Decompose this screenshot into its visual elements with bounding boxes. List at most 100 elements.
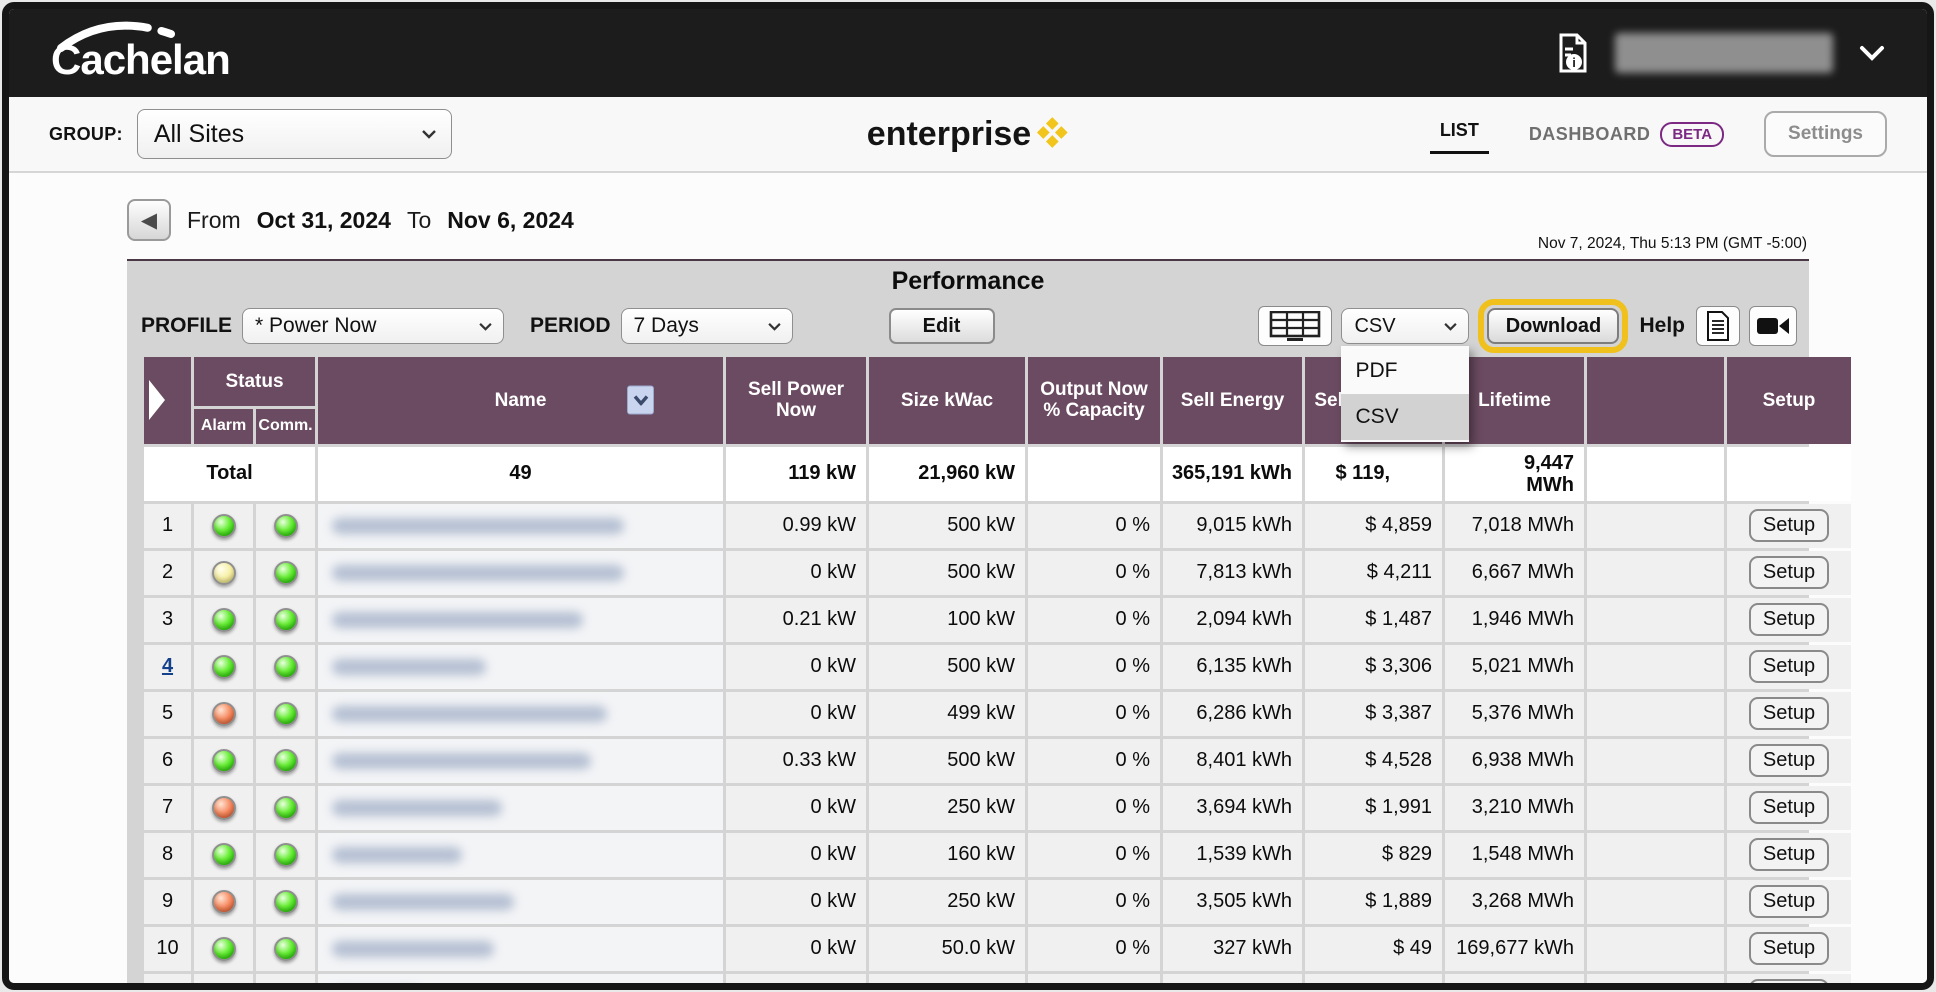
total-output-cell: [1028, 447, 1160, 501]
account-name-redacted[interactable]: [1615, 33, 1833, 73]
comm-led: [274, 749, 298, 773]
sell-energy-cell: 2,094 kWh: [1163, 598, 1302, 642]
chevron-down-icon: [421, 129, 437, 139]
status-header: Status: [194, 357, 315, 406]
comm-status-cell: [256, 551, 315, 595]
setup-button[interactable]: Setup: [1749, 650, 1829, 683]
account-chevron-down-icon[interactable]: [1859, 45, 1885, 61]
report-info-icon[interactable]: i: [1557, 33, 1589, 73]
size-cell: 50.0 kW: [869, 927, 1025, 971]
comm-status-cell: [256, 645, 315, 689]
table-row: 2 0 kW 500 kW 0 % 7,813 kWh $ 4,211 6,66…: [144, 551, 1851, 595]
setup-cell: Setup: [1727, 692, 1851, 736]
sell-revenue-cell: $ 4,528: [1305, 739, 1442, 783]
group-select[interactable]: All Sites: [137, 109, 452, 159]
download-button[interactable]: Download: [1487, 308, 1619, 344]
to-date[interactable]: Nov 6, 2024: [447, 207, 574, 234]
setup-button[interactable]: Setup: [1749, 744, 1829, 777]
site-name-cell[interactable]: [318, 786, 723, 830]
total-blank-cell: [1587, 447, 1724, 501]
setup-button[interactable]: Setup: [1749, 509, 1829, 542]
sell-power-cell: 0.33 kW: [726, 739, 866, 783]
alarm-status-cell: [194, 504, 253, 548]
edit-button[interactable]: Edit: [889, 308, 995, 344]
site-name-cell[interactable]: [318, 692, 723, 736]
period-select[interactable]: 7 Days: [621, 308, 793, 344]
site-name-cell[interactable]: [318, 833, 723, 877]
from-label: From: [187, 207, 241, 234]
sell-energy-cell: 8,401 kWh: [1163, 739, 1302, 783]
site-name-cell[interactable]: [318, 739, 723, 783]
alarm-status-cell: [194, 974, 253, 990]
size-cell: 500 kW: [869, 645, 1025, 689]
site-name-cell[interactable]: [318, 645, 723, 689]
chevron-down-icon: [1443, 322, 1458, 331]
setup-button[interactable]: Setup: [1749, 791, 1829, 824]
profile-select-value: * Power Now: [255, 314, 376, 338]
comm-led: [274, 843, 298, 867]
site-name-cell[interactable]: [318, 880, 723, 924]
setup-button[interactable]: Setup: [1749, 838, 1829, 871]
sell-revenue-cell: $ 4,211: [1305, 551, 1442, 595]
from-date[interactable]: Oct 31, 2024: [257, 207, 391, 234]
row-number: 7: [162, 796, 173, 818]
site-name-redacted: [332, 800, 502, 816]
download-format-select[interactable]: CSV: [1341, 308, 1469, 344]
format-option-pdf[interactable]: PDF: [1341, 348, 1469, 394]
lifetime-cell: 5,021 MWh: [1445, 645, 1584, 689]
table-row: 3 0.21 kW 100 kW 0 % 2,094 kWh $ 1,487 1…: [144, 598, 1851, 642]
size-cell: 250 kW: [869, 786, 1025, 830]
help-document-button[interactable]: [1696, 306, 1740, 346]
top-bar: Cachelan i: [9, 9, 1927, 97]
setup-button[interactable]: Setup: [1749, 556, 1829, 589]
help-video-button[interactable]: [1749, 306, 1797, 346]
setup-button[interactable]: Setup: [1749, 697, 1829, 730]
blank-cell: [1587, 880, 1724, 924]
tab-dashboard[interactable]: DASHBOARD: [1529, 124, 1651, 145]
site-name-cell[interactable]: [318, 974, 723, 990]
cachelan-logo[interactable]: Cachelan: [51, 22, 230, 84]
current-timestamp: Nov 7, 2024, Thu 5:13 PM (GMT -5:00): [1538, 235, 1807, 253]
blank-cell: [1587, 598, 1724, 642]
output-cell: 0 %: [1028, 974, 1160, 990]
svg-text:i: i: [1572, 55, 1576, 70]
site-name-cell[interactable]: [318, 927, 723, 971]
comm-led: [274, 608, 298, 632]
site-name-redacted: [332, 894, 514, 910]
tab-list[interactable]: LIST: [1430, 114, 1489, 154]
setup-button[interactable]: Setup: [1749, 603, 1829, 636]
setup-button[interactable]: Setup: [1749, 885, 1829, 918]
chevron-down-icon: [478, 322, 493, 331]
output-cell: 0 %: [1028, 504, 1160, 548]
site-name-cell[interactable]: [318, 598, 723, 642]
video-camera-icon: [1756, 315, 1790, 337]
site-name-redacted: [332, 988, 421, 990]
setup-button[interactable]: Setup: [1749, 932, 1829, 965]
name-header[interactable]: Name: [318, 357, 723, 444]
sell-revenue-cell: $ 829: [1305, 833, 1442, 877]
alarm-led: [212, 890, 236, 914]
setup-button[interactable]: Setup: [1749, 979, 1829, 990]
previous-period-button[interactable]: ◀: [127, 199, 171, 241]
row-number[interactable]: 4: [162, 655, 173, 677]
name-sort-button[interactable]: [627, 386, 654, 415]
alarm-status-cell: [194, 645, 253, 689]
lifetime-cell: 3,268 MWh: [1445, 880, 1584, 924]
row-number: 11: [157, 984, 178, 990]
alarm-status-cell: [194, 880, 253, 924]
settings-button[interactable]: Settings: [1764, 111, 1887, 157]
logo-swoosh-icon: [53, 18, 213, 52]
row-number: 6: [162, 749, 173, 771]
profile-select[interactable]: * Power Now: [242, 308, 504, 344]
comm-status-cell: [256, 927, 315, 971]
format-option-csv[interactable]: CSV: [1341, 394, 1469, 440]
total-size-cell: 21,960 kW: [869, 447, 1025, 501]
content-area: ◀ From Oct 31, 2024 To Nov 6, 2024 Nov 7…: [9, 173, 1927, 983]
sell-power-cell: 0.99 kW: [726, 504, 866, 548]
site-name-cell[interactable]: [318, 504, 723, 548]
alarm-led: [212, 749, 236, 773]
table-view-button[interactable]: [1258, 306, 1332, 346]
blank-cell: [1587, 551, 1724, 595]
site-name-cell[interactable]: [318, 551, 723, 595]
group-label: GROUP:: [49, 124, 123, 145]
